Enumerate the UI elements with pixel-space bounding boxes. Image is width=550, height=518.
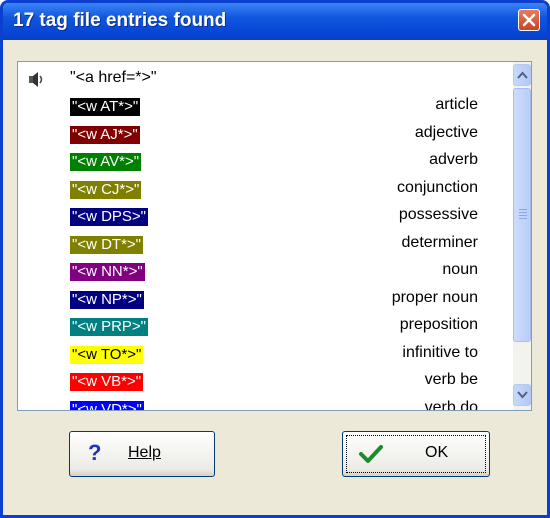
help-button-label: Help — [128, 444, 161, 461]
tag-pattern: "<w VB*>" — [70, 373, 144, 391]
close-button[interactable] — [518, 9, 540, 31]
list-item[interactable]: "<w AT*>" article — [18, 93, 508, 120]
tag-pattern: "<w DPS>" — [70, 208, 149, 226]
tag-description: preposition — [399, 316, 478, 333]
tag-description: conjunction — [397, 178, 478, 196]
list-item[interactable]: "<w NN*>" noun — [18, 258, 508, 285]
tag-description: adverb — [429, 151, 478, 168]
tag-description: article — [435, 96, 478, 113]
list-item[interactable]: "<w AV*>" adverb — [18, 148, 508, 175]
ok-button[interactable]: OK — [342, 431, 490, 477]
list-item[interactable]: "<w NP*>" proper noun — [18, 286, 508, 313]
tag-entries-dialog: 17 tag file entries found "<a href=*>" "… — [0, 0, 550, 518]
tag-entry-list[interactable]: "<a href=*>" "<w AT*>" article "<w AJ*>" ad… — [17, 61, 532, 411]
tag-description: adjective — [414, 123, 478, 141]
list-header-row[interactable]: "<a href=*>" — [18, 66, 508, 93]
list-item[interactable]: "<w TO*>" infinitive to — [18, 341, 508, 368]
title-bar[interactable]: 17 tag file entries found — [3, 3, 547, 40]
scroll-thumb[interactable] — [513, 88, 531, 342]
tag-pattern: "<w VD*>" — [70, 400, 144, 410]
tag-description: noun — [442, 261, 478, 278]
tag-pattern: "<w CJ*>" — [70, 180, 142, 199]
list-item[interactable]: "<w VD*>" verb do — [18, 396, 508, 411]
tag-pattern: "<w NP*>" — [70, 290, 144, 309]
tag-pattern: "<w PRP>" — [70, 318, 149, 336]
tag-description: determiner — [401, 233, 478, 251]
question-mark-icon: ? — [88, 440, 102, 465]
scroll-up-button[interactable] — [513, 64, 531, 86]
list-item[interactable]: "<w DT*>" determiner — [18, 231, 508, 258]
vertical-scrollbar[interactable] — [513, 62, 531, 410]
list-item[interactable]: "<w AJ*>" adjective — [18, 121, 508, 148]
scroll-down-button[interactable] — [513, 384, 531, 406]
tag-pattern: "<w NN*>" — [70, 263, 145, 281]
ok-button-label: OK — [425, 444, 449, 461]
list-item[interactable]: "<w DPS>" possessive — [18, 203, 508, 230]
dialog-title: 17 tag file entries found — [13, 10, 227, 31]
tag-pattern: "<w DT*>" — [70, 235, 144, 254]
list-item[interactable]: "<w VB*>" verb be — [18, 368, 508, 395]
tag-description: verb do — [424, 398, 478, 411]
tag-description: infinitive to — [402, 343, 478, 361]
list-item[interactable]: "<w CJ*>" conjunction — [18, 176, 508, 203]
tag-description: verb be — [424, 371, 478, 388]
tag-pattern: "<w AJ*>" — [70, 125, 140, 144]
speaker-icon — [26, 69, 46, 94]
header-tag-text: "<a href=*>" — [70, 69, 157, 86]
tag-pattern: "<w TO*>" — [70, 345, 144, 364]
tag-pattern: "<w AT*>" — [70, 98, 141, 116]
tag-description: possessive — [398, 206, 478, 223]
tag-description: proper noun — [391, 288, 478, 306]
chevron-down-icon — [517, 391, 528, 399]
chevron-up-icon — [517, 71, 528, 79]
close-icon — [522, 13, 536, 27]
list-item[interactable]: "<w PRP>" preposition — [18, 313, 508, 340]
checkmark-icon — [359, 445, 383, 463]
help-button[interactable]: ? Help — [69, 431, 215, 477]
tag-pattern: "<w AV*>" — [70, 153, 142, 171]
